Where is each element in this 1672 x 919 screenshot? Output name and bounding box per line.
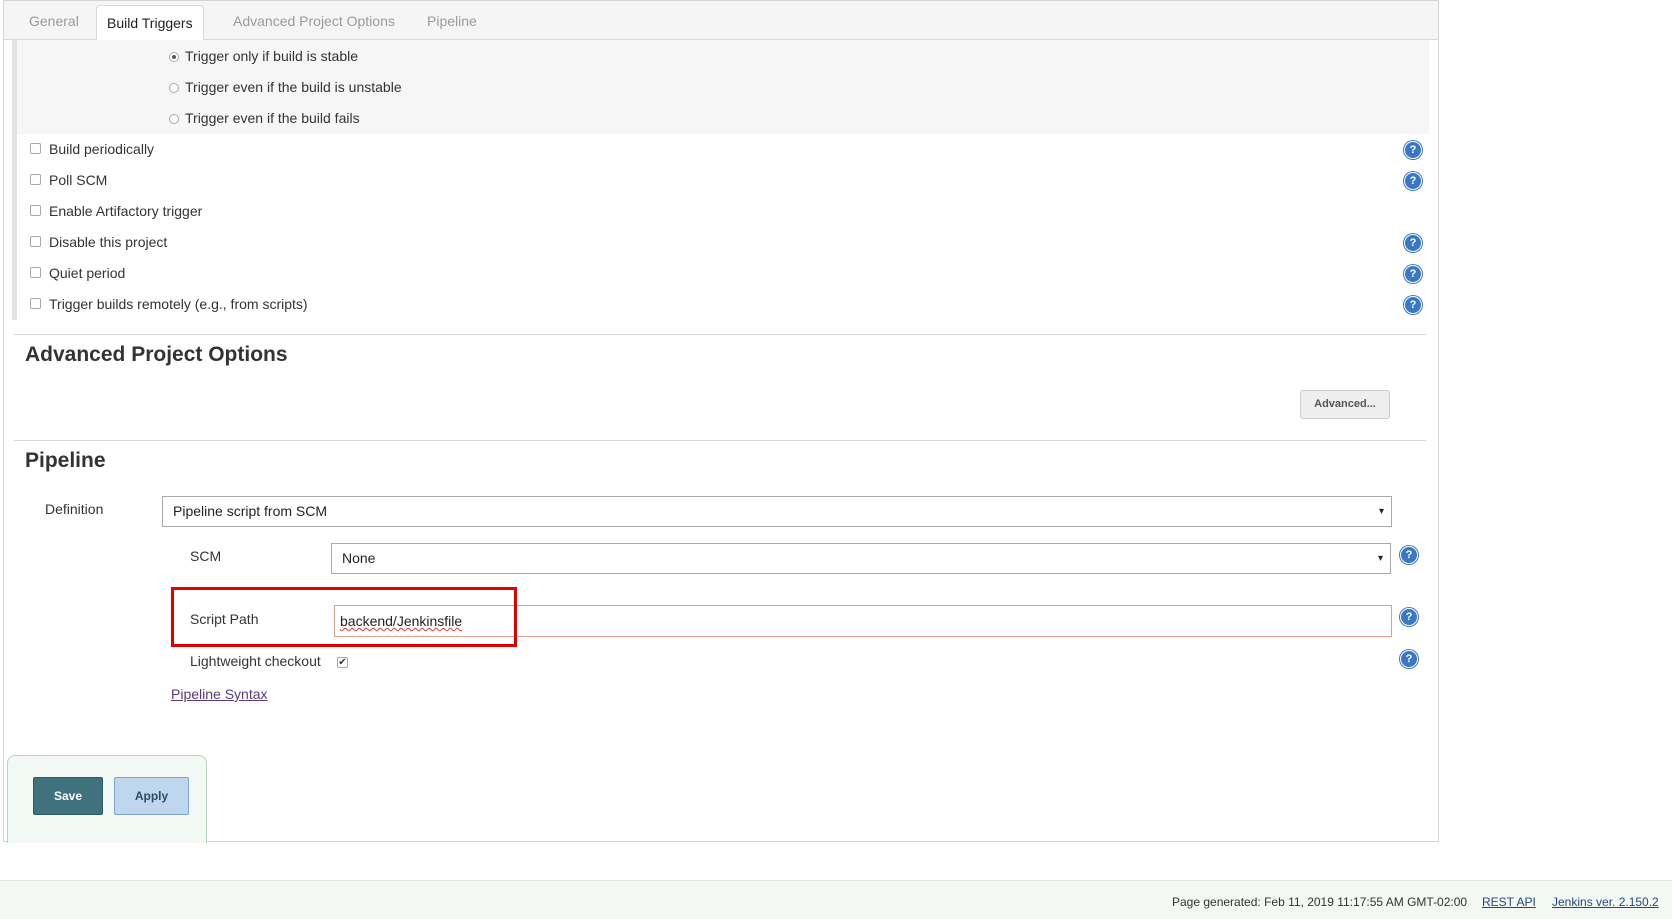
build-periodically-checkbox[interactable]: [30, 142, 41, 154]
radio-row-fails[interactable]: Trigger even if the build fails: [169, 110, 360, 126]
pipeline-title: Pipeline: [25, 449, 106, 472]
definition-value: Pipeline script from SCM: [173, 503, 328, 519]
tab-bar: General Build Triggers Advanced Project …: [4, 1, 1438, 40]
scm-value: None: [342, 550, 376, 566]
radio-fails-label: Trigger even if the build fails: [185, 110, 360, 126]
trigger-build-periodically[interactable]: Build periodically: [30, 141, 154, 157]
advanced-project-options-title: Advanced Project Options: [25, 343, 288, 366]
script-path-input[interactable]: backend/Jenkinsfile: [334, 605, 1392, 637]
pipeline-syntax-link[interactable]: Pipeline Syntax: [171, 686, 268, 702]
help-icon[interactable]: ?: [1404, 234, 1422, 252]
help-icon[interactable]: ?: [1400, 650, 1418, 668]
disable-project-label: Disable this project: [49, 234, 168, 250]
poll-scm-label: Poll SCM: [49, 172, 108, 188]
section-divider: [14, 334, 1426, 335]
save-button[interactable]: Save: [33, 777, 103, 815]
scm-select[interactable]: None ▾: [331, 543, 1391, 574]
script-path-value: backend/Jenkinsfile: [340, 613, 463, 629]
scm-label: SCM: [190, 548, 222, 564]
builds-remotely-checkbox[interactable]: [30, 297, 41, 309]
advanced-button[interactable]: Advanced...: [1300, 390, 1390, 419]
chevron-down-icon: ▾: [1377, 553, 1383, 564]
radio-unstable[interactable]: [169, 83, 179, 94]
chevron-down-icon: ▾: [1378, 506, 1384, 517]
form-button-bar: Save Apply: [7, 755, 207, 843]
page-footer: Page generated: Feb 11, 2019 11:17:55 AM…: [0, 880, 1672, 919]
section-divider: [14, 440, 1426, 441]
config-panel: General Build Triggers Advanced Project …: [3, 0, 1439, 843]
lightweight-checkout-label: Lightweight checkout: [190, 653, 321, 669]
builds-remotely-label: Trigger builds remotely (e.g., from scri…: [49, 296, 308, 312]
radio-unstable-label: Trigger even if the build is unstable: [185, 79, 402, 95]
radio-row-unstable[interactable]: Trigger even if the build is unstable: [169, 79, 402, 95]
page-generated-text: Page generated: Feb 11, 2019 11:17:55 AM…: [1172, 895, 1468, 909]
help-icon[interactable]: ?: [1400, 546, 1418, 564]
quiet-period-checkbox[interactable]: [30, 266, 41, 278]
build-periodically-label: Build periodically: [49, 141, 155, 157]
radio-stable[interactable]: [169, 52, 179, 63]
disable-project-checkbox[interactable]: [30, 235, 41, 247]
help-icon[interactable]: ?: [1404, 296, 1422, 314]
tab-advanced-project-options[interactable]: Advanced Project Options: [223, 1, 405, 40]
help-icon[interactable]: ?: [1404, 265, 1422, 283]
trigger-poll-scm[interactable]: Poll SCM: [30, 172, 107, 188]
radio-stable-label: Trigger only if build is stable: [185, 48, 359, 64]
rest-api-link[interactable]: REST API: [1482, 895, 1536, 909]
trigger-artifactory[interactable]: Enable Artifactory trigger: [30, 203, 202, 219]
lightweight-checkout-checkbox[interactable]: ✔: [337, 657, 348, 668]
radio-fails[interactable]: [169, 114, 179, 125]
trigger-builds-remotely[interactable]: Trigger builds remotely (e.g., from scri…: [30, 296, 308, 312]
help-icon[interactable]: ?: [1400, 608, 1418, 626]
poll-scm-checkbox[interactable]: [30, 173, 41, 185]
definition-label: Definition: [45, 501, 104, 517]
trigger-quiet-period[interactable]: Quiet period: [30, 265, 125, 281]
tab-build-triggers[interactable]: Build Triggers: [96, 5, 204, 40]
help-icon[interactable]: ?: [1404, 141, 1422, 159]
artifactory-trigger-checkbox[interactable]: [30, 204, 41, 216]
tab-pipeline[interactable]: Pipeline: [417, 1, 487, 40]
tab-general[interactable]: General: [19, 1, 89, 40]
definition-select[interactable]: Pipeline script from SCM ▾: [162, 496, 1392, 527]
quiet-period-label: Quiet period: [49, 265, 126, 281]
jenkins-version-link[interactable]: Jenkins ver. 2.150.2: [1552, 895, 1659, 909]
artifactory-trigger-label: Enable Artifactory trigger: [49, 203, 203, 219]
trigger-disable-project[interactable]: Disable this project: [30, 234, 167, 250]
radio-row-stable[interactable]: Trigger only if build is stable: [169, 48, 358, 64]
help-icon[interactable]: ?: [1404, 172, 1422, 190]
apply-button[interactable]: Apply: [114, 777, 189, 815]
script-path-label: Script Path: [190, 611, 259, 627]
